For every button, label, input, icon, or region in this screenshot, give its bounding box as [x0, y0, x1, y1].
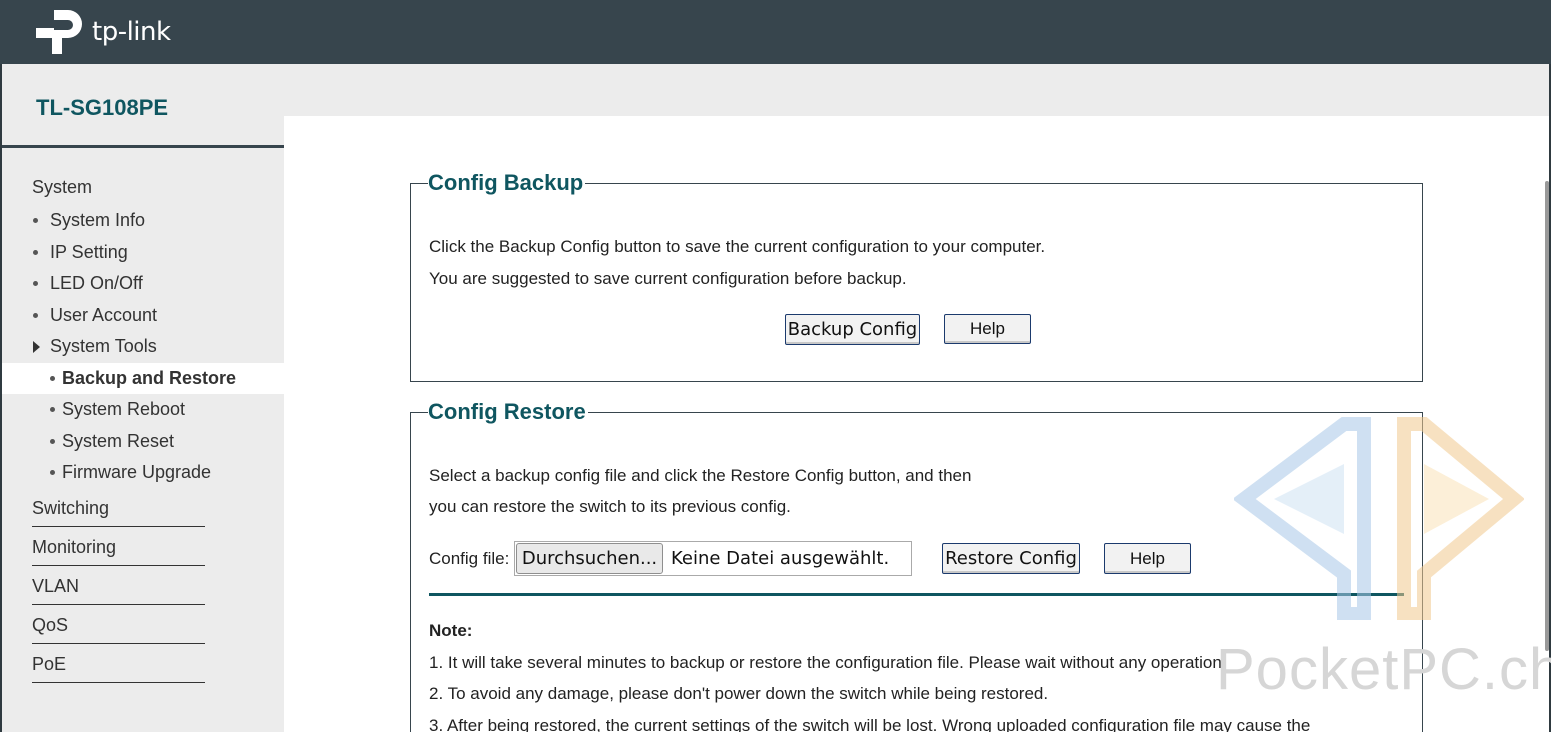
- sidebar-item-label: VLAN: [32, 576, 80, 596]
- browse-button[interactable]: Durchsuchen...: [516, 543, 663, 574]
- note-title: Note:: [429, 621, 473, 640]
- bullet-icon: [50, 470, 55, 475]
- backup-help-button[interactable]: Help: [944, 314, 1031, 344]
- sidebar-item-led-on-off[interactable]: LED On/Off: [2, 268, 284, 299]
- sidebar-item-switching[interactable]: Switching: [2, 493, 284, 524]
- sidebar: TL-SG108PE System System Info IP Setting…: [2, 64, 284, 732]
- bullet-icon: [33, 281, 38, 286]
- restore-config-button[interactable]: Restore Config: [942, 543, 1080, 574]
- bullet-icon: [33, 250, 38, 255]
- backup-description-line1: Click the Backup Config button to save t…: [429, 237, 1046, 256]
- sidebar-item-label: QoS: [32, 615, 69, 635]
- note-item-1: 1. It will take several minutes to backu…: [429, 653, 1227, 672]
- bullet-icon: [33, 313, 38, 318]
- config-restore-title: Config Restore: [428, 399, 588, 425]
- sidebar-item-label: Backup and Restore: [62, 368, 237, 388]
- browser-frame: tp-link TL-SG108PE System System Info IP…: [0, 0, 1551, 732]
- nav-divider: [32, 565, 205, 566]
- brand-text: tp-link: [92, 17, 171, 47]
- sidebar-item-backup-and-restore[interactable]: Backup and Restore: [2, 363, 284, 394]
- nav-divider: [32, 526, 205, 527]
- sidebar-item-label: System Reset: [62, 431, 175, 451]
- nav-divider: [32, 643, 205, 644]
- file-status-text: Keine Datei ausgewählt.: [671, 548, 890, 569]
- vertical-scrollbar[interactable]: [1545, 181, 1549, 651]
- sidebar-item-label: System: [32, 177, 93, 197]
- note-item-2: 2. To avoid any damage, please don't pow…: [429, 684, 1049, 703]
- sidebar-item-poe[interactable]: PoE: [2, 649, 284, 680]
- sidebar-item-system-reset[interactable]: System Reset: [2, 426, 284, 457]
- top-bar: tp-link: [0, 0, 1551, 64]
- backup-description-line2: You are suggested to save current config…: [429, 269, 907, 288]
- sidebar-item-label: IP Setting: [50, 242, 128, 262]
- sidebar-item-label: User Account: [50, 305, 158, 325]
- sidebar-item-qos[interactable]: QoS: [2, 610, 284, 641]
- tp-link-logo[interactable]: tp-link: [34, 6, 171, 58]
- sidebar-item-ip-setting[interactable]: IP Setting: [2, 237, 284, 268]
- sidebar-item-label: LED On/Off: [50, 273, 143, 293]
- sidebar-item-vlan[interactable]: VLAN: [2, 571, 284, 602]
- restore-description-line1: Select a backup config file and click th…: [429, 466, 972, 485]
- config-file-input[interactable]: Durchsuchen... Keine Datei ausgewählt.: [514, 541, 912, 576]
- backup-config-button[interactable]: Backup Config: [785, 314, 920, 345]
- sidebar-item-label: PoE: [32, 654, 67, 674]
- bullet-icon: [50, 407, 55, 412]
- sidebar-item-label: System Tools: [50, 336, 157, 356]
- sidebar-item-label: System Info: [50, 210, 146, 230]
- sidebar-item-system-reboot[interactable]: System Reboot: [2, 394, 284, 425]
- sidebar-item-system[interactable]: System: [2, 172, 284, 203]
- restore-help-button[interactable]: Help: [1104, 543, 1191, 574]
- sidebar-item-label: Monitoring: [32, 537, 117, 557]
- bullet-icon: [50, 376, 55, 381]
- sidebar-item-system-tools[interactable]: System Tools: [2, 331, 284, 362]
- nav-divider: [32, 682, 205, 683]
- sidebar-item-user-account[interactable]: User Account: [2, 300, 284, 331]
- sidebar-item-system-info[interactable]: System Info: [2, 205, 284, 236]
- model-name: TL-SG108PE: [36, 95, 169, 120]
- sidebar-item-monitoring[interactable]: Monitoring: [2, 532, 284, 563]
- sidebar-item-label: System Reboot: [62, 399, 186, 419]
- nav-divider: [32, 604, 205, 605]
- bullet-icon: [33, 218, 38, 223]
- sidebar-item-label: Switching: [32, 498, 110, 518]
- sidebar-item-firmware-upgrade[interactable]: Firmware Upgrade: [2, 457, 284, 488]
- bullet-icon: [50, 439, 55, 444]
- config-backup-title: Config Backup: [428, 170, 586, 196]
- tp-link-logo-icon: [36, 10, 82, 54]
- model-divider: [2, 145, 284, 148]
- note-item-3: 3. After being restored, the current set…: [429, 716, 1311, 732]
- config-file-label: Config file:: [429, 549, 510, 568]
- restore-description-line2: you can restore the switch to its previo…: [429, 497, 791, 516]
- sidebar-item-label: Firmware Upgrade: [62, 462, 212, 482]
- pocketpc-watermark-logo: [1234, 417, 1524, 620]
- watermark-text: PocketPC.ch: [1216, 637, 1551, 702]
- caret-right-icon: [33, 340, 40, 353]
